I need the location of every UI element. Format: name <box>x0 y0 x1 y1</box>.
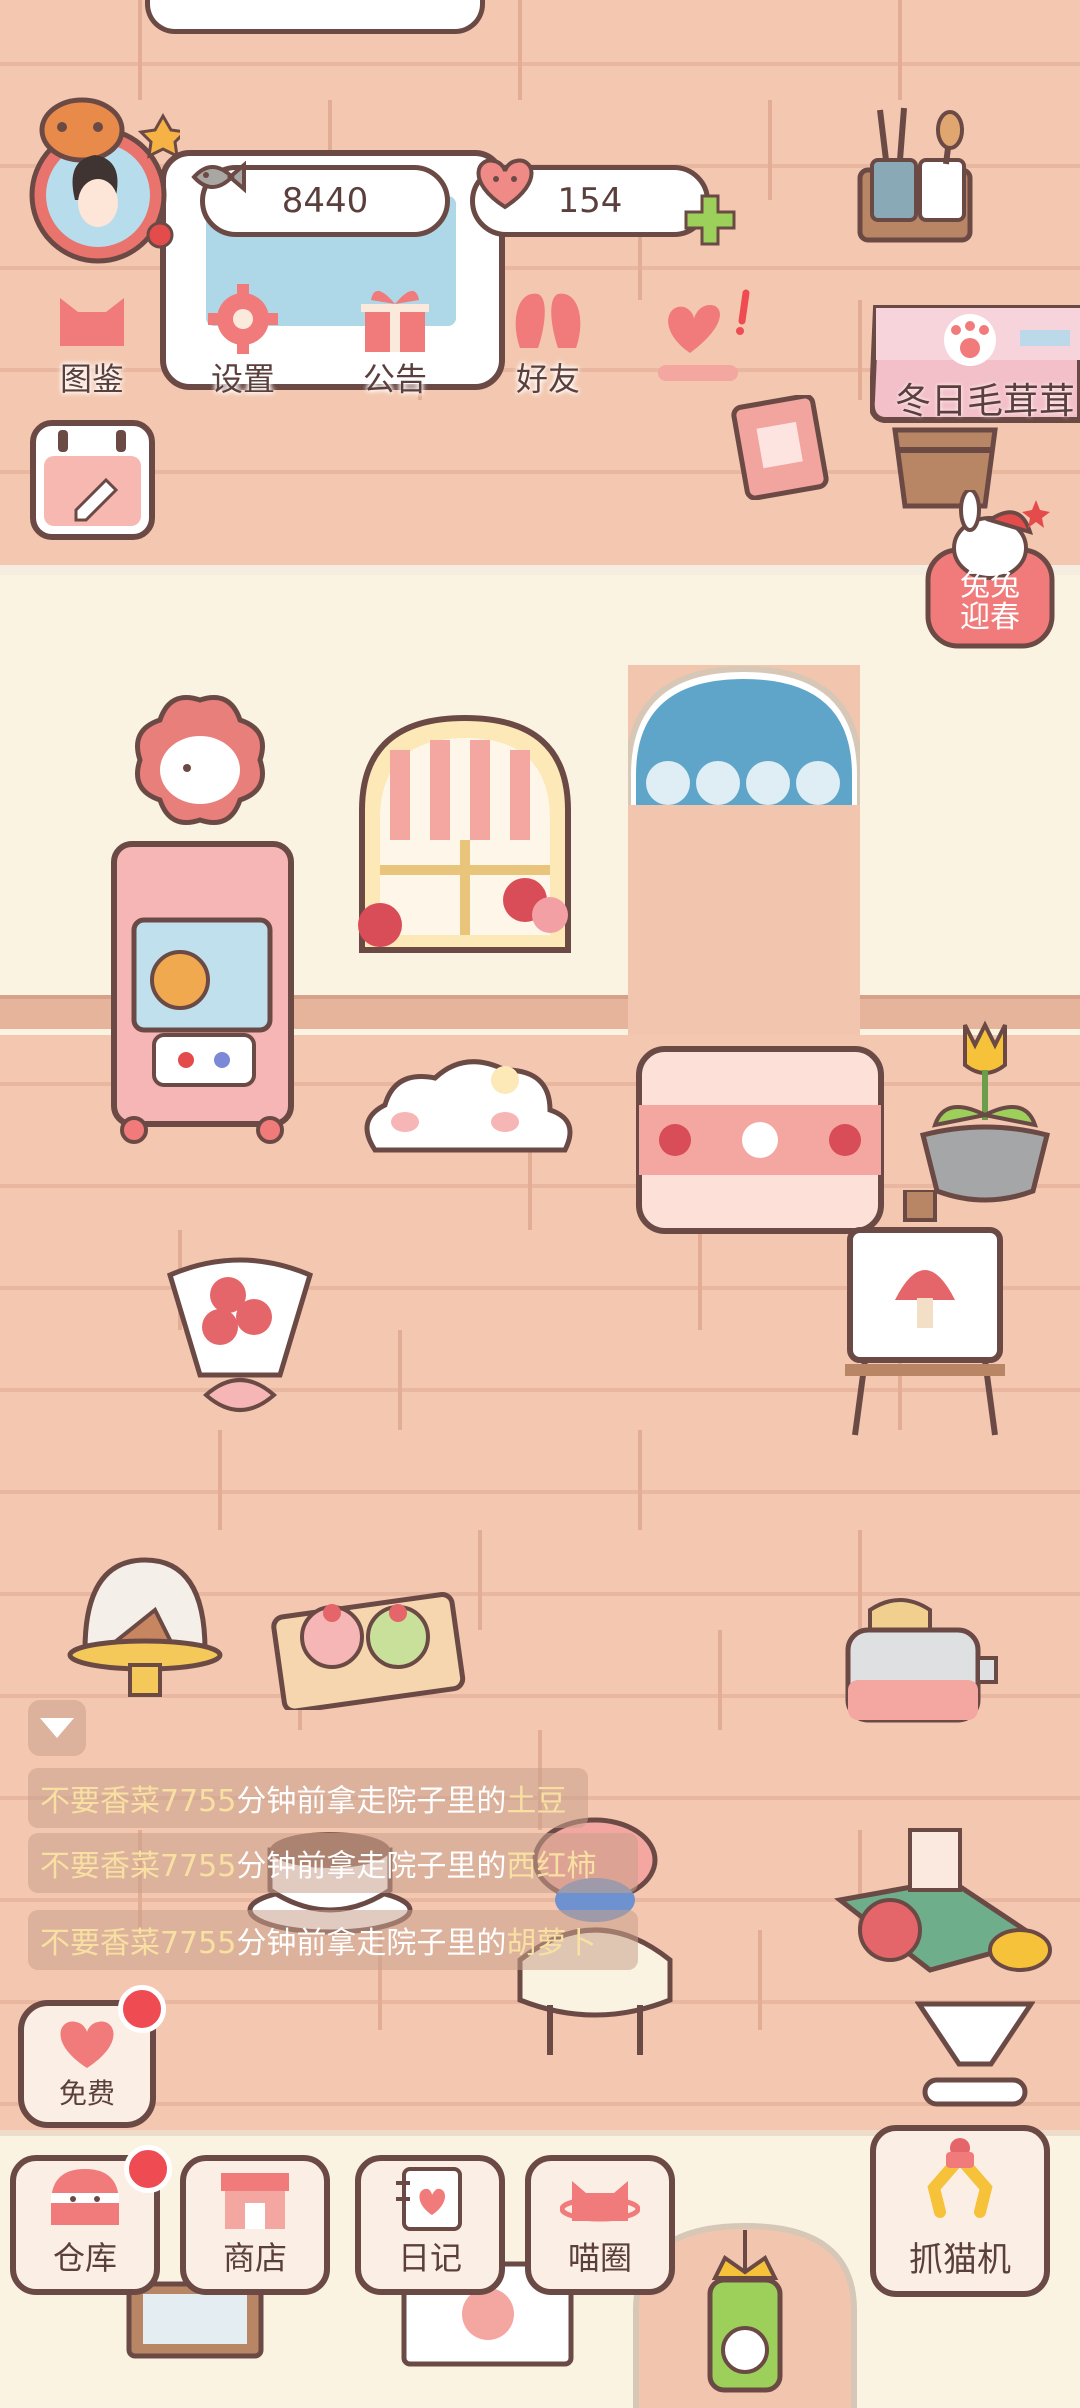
menu-friends[interactable]: 好友 <box>483 280 613 400</box>
log-user: 不要香菜7755 <box>40 1784 237 1819</box>
log-text: 分钟前拿走院子里的 <box>236 1784 507 1819</box>
nav-circle[interactable]: 喵圈 <box>525 2155 675 2295</box>
arched-window <box>340 710 590 960</box>
log-toggle-button[interactable] <box>28 1700 86 1756</box>
menu-settings-label: 设置 <box>210 360 275 398</box>
shop-icon <box>221 2173 289 2229</box>
nav-diary-label: 日记 <box>397 2239 462 2277</box>
cat-planet-icon <box>560 2181 640 2222</box>
warehouse-badge <box>124 2145 172 2193</box>
fish-value: 8440 <box>281 181 369 221</box>
claw-machine-mini[interactable] <box>110 840 295 1145</box>
calendar-icon <box>44 430 141 526</box>
log-user: 不要香菜7755 <box>40 1926 237 1961</box>
top-shelf <box>145 0 485 34</box>
door-curtain <box>625 665 863 805</box>
coffee-dripper <box>914 2000 1036 2110</box>
recipe-book[interactable] <box>730 393 830 501</box>
craft-table <box>830 1790 1070 2000</box>
activity-log-row-1: 不要香菜7755 分钟前拿走院子里的 土豆 <box>28 1768 588 1828</box>
activity-log-row-3: 不要香菜7755 分钟前拿走院子里的 胡萝卜 <box>28 1910 638 1970</box>
menu-likes[interactable] <box>650 285 760 390</box>
nav-shop[interactable]: 商店 <box>180 2155 330 2295</box>
nav-shop-label: 商店 <box>222 2239 287 2277</box>
menu-announcement[interactable]: 公告 <box>330 280 460 400</box>
heart-icon <box>470 155 540 211</box>
cloud-cushion[interactable] <box>355 1050 585 1160</box>
free-badge <box>118 1985 166 2033</box>
menu-announcement-label: 公告 <box>362 360 427 398</box>
menu-collection-label: 图鉴 <box>59 360 124 398</box>
calendar-button[interactable] <box>30 420 155 540</box>
heart-icon <box>60 2021 114 2068</box>
add-hearts-button[interactable] <box>680 190 740 250</box>
rabbit-event-button[interactable]: 兔兔 迎春 <box>920 488 1060 650</box>
avatar[interactable] <box>20 85 189 275</box>
gear-icon <box>208 284 278 354</box>
activity-log-row-2: 不要香菜7755 分钟前拿走院子里的 西红柿 <box>28 1833 638 1893</box>
log-item: 土豆 <box>506 1784 567 1819</box>
log-item: 胡萝卜 <box>506 1926 597 1961</box>
menu-friends-label: 好友 <box>515 360 580 398</box>
log-item: 西红柿 <box>506 1849 597 1884</box>
fish-icon <box>190 155 246 199</box>
diary-icon <box>396 2167 462 2231</box>
gift-icon <box>361 290 429 352</box>
nav-circle-label: 喵圈 <box>567 2239 632 2277</box>
flower-sign <box>115 690 285 855</box>
event-banner-winter[interactable]: 冬日毛茸茸 <box>868 300 1080 430</box>
chevron-down-icon <box>40 1718 74 1738</box>
claw-icon <box>927 2138 993 2218</box>
box-icon <box>51 2169 119 2225</box>
nav-claw-label: 抓猫机 <box>909 2240 1011 2280</box>
nav-warehouse-label: 仓库 <box>52 2239 117 2277</box>
cat-head-icon <box>60 298 124 346</box>
log-user: 不要香菜7755 <box>40 1849 237 1884</box>
utensil-holder <box>850 100 980 250</box>
fish-counter: 8440 <box>191 160 450 243</box>
rabbit-event-label: 兔兔 迎春 <box>960 568 1020 635</box>
heart-counter: 154 <box>470 158 710 243</box>
event-banner-label: 冬日毛茸茸 <box>894 381 1075 422</box>
free-button-label: 免费 <box>58 2077 115 2110</box>
flower-bouquet <box>150 1245 330 1430</box>
log-text: 分钟前拿走院子里的 <box>236 1926 507 1961</box>
tulip-pot <box>915 1015 1055 1205</box>
likes-icon <box>658 289 750 381</box>
menu-collection[interactable]: 图鉴 <box>27 280 157 400</box>
easel-painting[interactable] <box>835 1188 1015 1440</box>
log-text: 分钟前拿走院子里的 <box>236 1849 507 1884</box>
nav-claw-machine[interactable]: 抓猫机 <box>870 2125 1050 2297</box>
heart-value: 154 <box>557 181 623 221</box>
cake-dome <box>65 1540 225 1700</box>
nav-diary[interactable]: 日记 <box>355 2155 505 2295</box>
friends-icon <box>515 293 581 348</box>
menu-settings[interactable]: 设置 <box>178 280 308 400</box>
mochi-plate <box>270 1585 470 1714</box>
toaster <box>840 1590 1000 1735</box>
